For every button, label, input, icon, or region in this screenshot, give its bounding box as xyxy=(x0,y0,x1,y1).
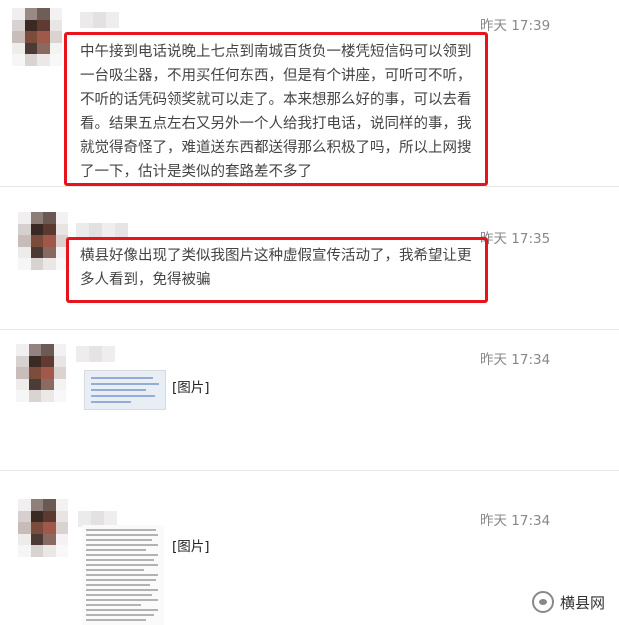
message-post: 昨天 17:34 [图片] xyxy=(0,471,619,625)
message-post: 昨天 17:34 [图片] xyxy=(0,330,619,470)
avatar[interactable] xyxy=(18,212,68,270)
message-text: 横县好像出现了类似我图片这种虚假宣传活动了，我希望让更多人看到，免得被骗 xyxy=(80,248,472,288)
message-post: 昨天 17:39 中午接到电话说晚上七点到南城百货负一楼凭短信码可以领到一台吸尘… xyxy=(0,0,619,186)
image-label: [图片] xyxy=(172,380,210,396)
image-label: [图片] xyxy=(172,539,210,555)
watermark-text: 横县网 xyxy=(559,593,605,612)
avatar[interactable] xyxy=(16,344,66,402)
image-thumbnail[interactable] xyxy=(82,525,164,625)
username-blurred[interactable] xyxy=(76,346,115,362)
timestamp: 昨天 17:35 xyxy=(480,231,551,247)
avatar[interactable] xyxy=(12,8,62,66)
avatar[interactable] xyxy=(18,499,68,557)
timestamp: 昨天 17:34 xyxy=(480,513,551,529)
timestamp: 昨天 17:34 xyxy=(480,352,551,368)
watermark: 横县网 xyxy=(531,591,605,613)
message-text: 中午接到电话说晚上七点到南城百货负一楼凭短信码可以领到一台吸尘器，不用买任何东西… xyxy=(80,44,472,180)
image-thumbnail[interactable] xyxy=(84,370,166,410)
message-post: 昨天 17:35 横县好像出现了类似我图片这种虚假宣传活动了，我希望让更多人看到… xyxy=(0,187,619,329)
timestamp: 昨天 17:39 xyxy=(480,18,551,34)
username-blurred[interactable] xyxy=(80,12,119,28)
wechat-icon xyxy=(531,591,554,613)
